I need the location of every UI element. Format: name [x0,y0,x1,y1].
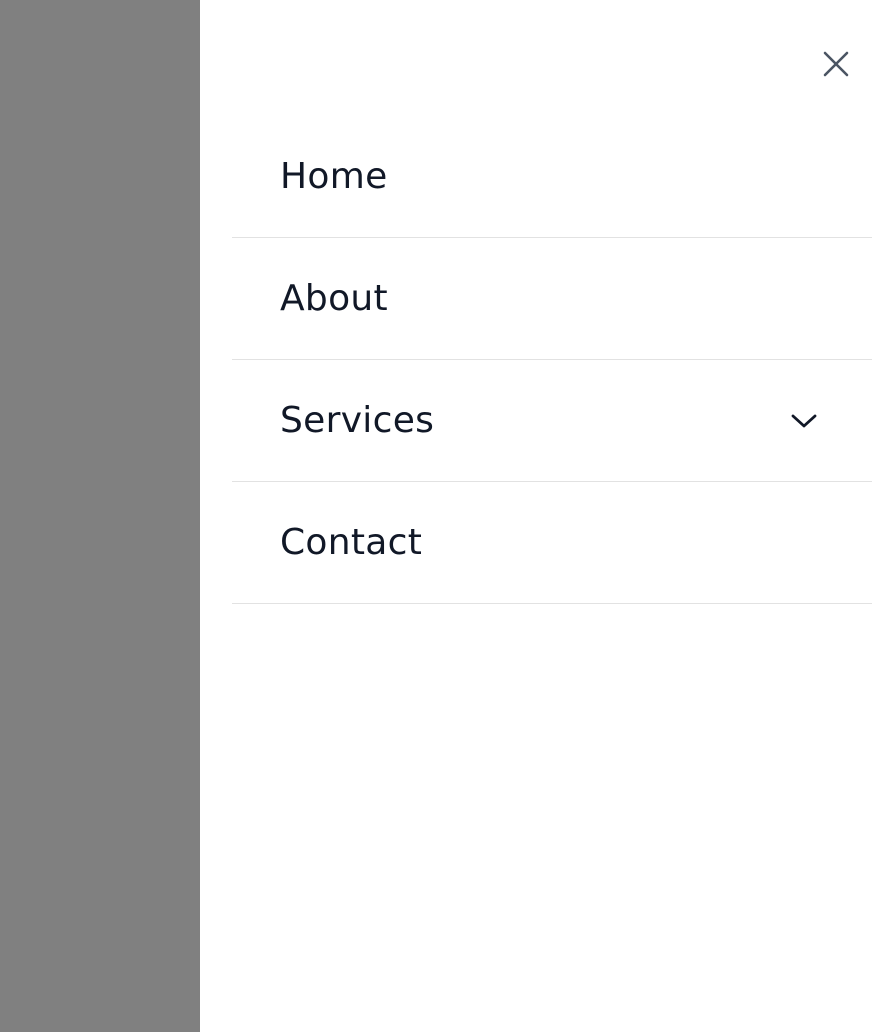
mobile-nav-drawer: Home About Services Contact [200,0,894,1032]
page: Home About Services Contact [0,0,894,1032]
nav-item-label: Services [280,400,435,441]
nav-item-about[interactable]: About [232,238,872,360]
close-icon [823,51,849,77]
close-button[interactable] [820,48,852,80]
nav-item-home[interactable]: Home [232,116,872,238]
nav-item-label: Contact [280,522,423,563]
services-expand-toggle[interactable] [788,405,820,437]
nav-item-services[interactable]: Services [232,360,872,482]
nav-item-label: Home [280,156,388,197]
nav-menu: Home About Services Contact [232,116,872,604]
backdrop-overlay[interactable] [0,0,200,1032]
nav-item-contact[interactable]: Contact [232,482,872,604]
chevron-down-icon [791,414,817,427]
nav-item-label: About [280,278,388,319]
